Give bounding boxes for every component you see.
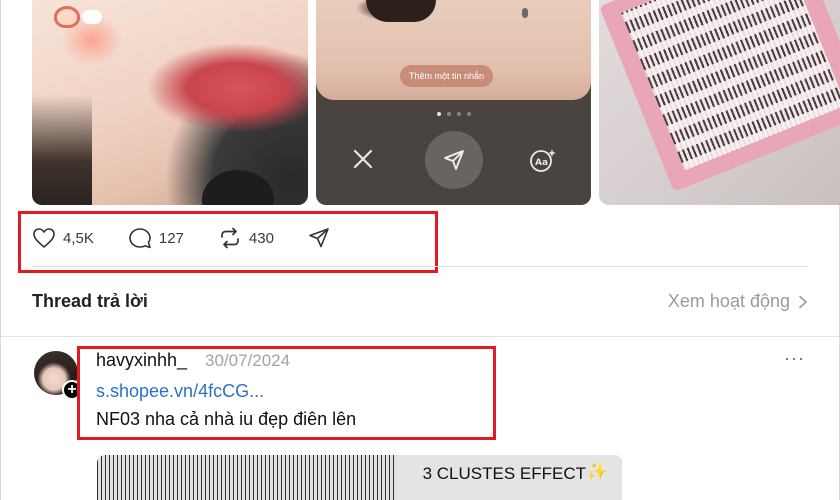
reply-date: 30/07/2024 (205, 351, 291, 370)
photo-earring (522, 8, 528, 18)
lash-card (599, 0, 840, 193)
close-icon (352, 148, 374, 170)
cat-sticker (82, 10, 102, 24)
reply-username[interactable]: havyxinhh_ (96, 350, 187, 371)
sparkle-icon: ✨ (586, 462, 608, 481)
heart-sticker (54, 6, 80, 28)
thread-replies-title: Thread trả lời (32, 291, 148, 311)
view-activity-link[interactable]: Xem hoạt động (668, 291, 808, 312)
svg-text:Aa: Aa (535, 158, 548, 168)
thread-replies-header: Thread trả lời Xem hoạt động (32, 288, 808, 314)
page-indicator (316, 112, 591, 116)
message-placeholder-bubble: Thêm một tin nhắn (400, 65, 494, 87)
comment-count: 127 (158, 229, 184, 247)
carousel-photo-1[interactable] (32, 0, 308, 205)
heart-icon (33, 228, 55, 248)
text-style-icon: Aa (528, 146, 558, 172)
repost-button[interactable]: 430 (218, 226, 274, 250)
image-carousel[interactable]: Thêm một tin nhắn Aa (32, 0, 840, 205)
carousel-photo-3[interactable] (599, 0, 840, 205)
like-button[interactable]: 4,5K (32, 227, 94, 249)
divider (1, 336, 839, 337)
repost-count: 430 (248, 229, 274, 247)
reply-text: NF03 nha cả nhà iu đẹp điên lên (96, 409, 357, 429)
post-actions: 4,5K 127 430 (32, 222, 371, 254)
share-icon (309, 228, 329, 248)
promo-banner-text: 3 CLUSTES EFFECT (422, 464, 586, 483)
more-options-icon[interactable]: ··· (784, 348, 805, 369)
repost-icon (221, 227, 239, 249)
share-button[interactable] (308, 227, 337, 249)
view-activity-label: Xem hoạt động (667, 291, 790, 311)
lash-tray (621, 0, 840, 171)
send-icon (425, 131, 483, 189)
reply-image[interactable]: 3 CLUSTES EFFECT ✨ (97, 455, 622, 500)
carousel-photo-2[interactable]: Thêm một tin nhắn Aa (316, 0, 591, 205)
page-dot (466, 112, 471, 116)
like-count: 4,5K (63, 229, 94, 247)
page-dot (456, 112, 461, 116)
chevron-right-icon (799, 295, 808, 308)
page-dot (436, 112, 441, 116)
photo-eye (366, 0, 436, 22)
page-dot (446, 112, 451, 116)
reply-shopee-link[interactable]: s.shopee.vn/4fcCG... (96, 381, 264, 402)
divider (32, 266, 808, 267)
follow-plus-icon[interactable]: + (62, 380, 82, 400)
comment-icon (129, 228, 151, 249)
comment-button[interactable]: 127 (128, 227, 184, 249)
microphone (202, 170, 274, 205)
photo-hair (32, 95, 92, 205)
